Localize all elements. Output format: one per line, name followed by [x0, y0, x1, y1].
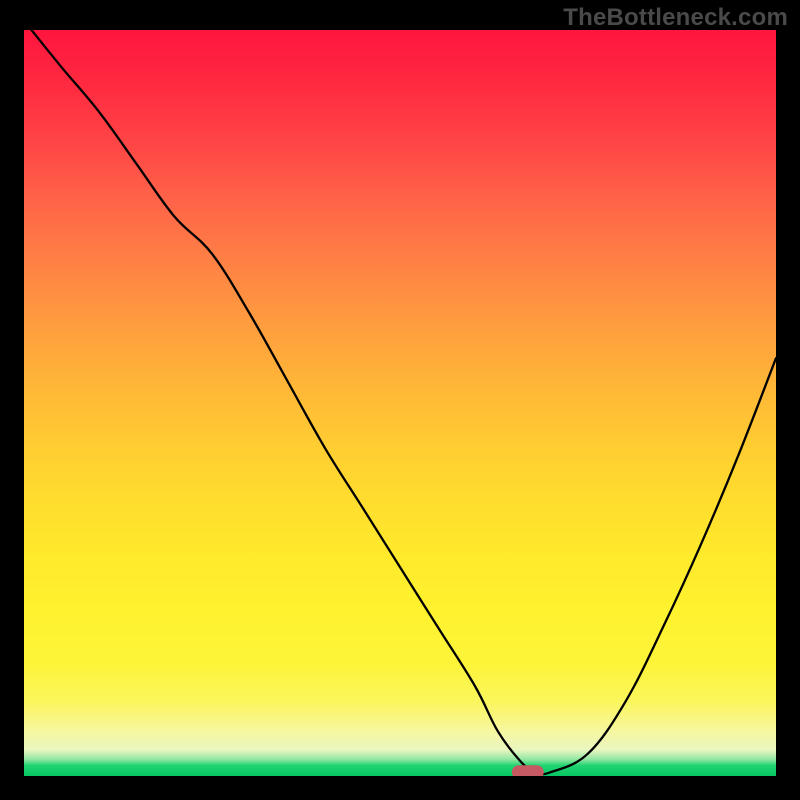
watermark-text: TheBottleneck.com	[563, 4, 788, 32]
curve-layer	[24, 30, 776, 776]
chart-frame: TheBottleneck.com	[0, 0, 800, 800]
bottleneck-curve	[32, 30, 777, 774]
optimal-marker	[512, 765, 544, 776]
plot-area	[24, 30, 776, 776]
